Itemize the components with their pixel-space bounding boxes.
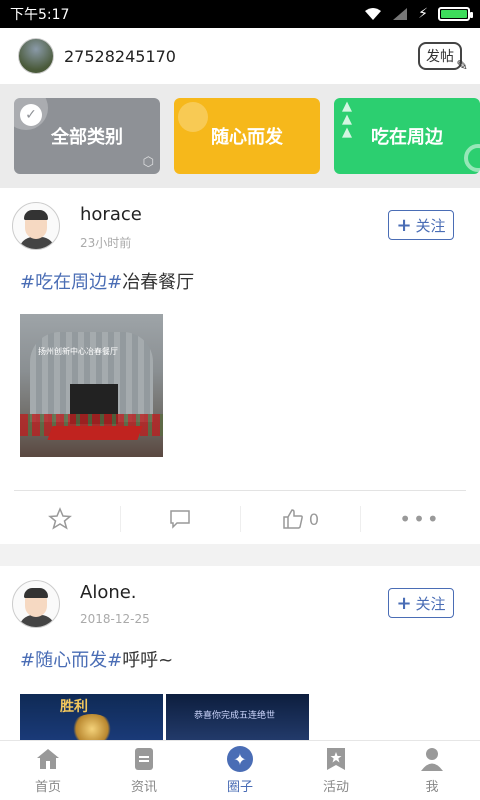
tab-label: 圈子 <box>226 780 253 795</box>
topic-tag[interactable]: # <box>107 650 122 671</box>
check-icon: ✓ <box>20 104 42 126</box>
charging-icon: ⚡ <box>418 6 428 22</box>
photo-sign: 扬州创新中心冶春餐厅 <box>38 347 118 356</box>
tab-home[interactable]: 首页 <box>0 741 96 800</box>
category-label: 吃在周边 <box>371 127 443 148</box>
tab-profile[interactable]: 我 <box>384 741 480 800</box>
post-card: Alone. 2018-12-25 + 关注 #随心而发#呼呼~ 胜利 恭喜你完… <box>0 566 480 740</box>
avatar[interactable] <box>18 38 54 74</box>
plus-icon: + <box>396 592 412 614</box>
tab-news[interactable]: 资讯 <box>96 741 192 800</box>
plus-icon: + <box>396 214 412 236</box>
bottom-tab-bar: 首页 资讯 ✦ 圈子 活动 我 <box>0 740 480 800</box>
follow-button[interactable]: + 关注 <box>388 210 454 240</box>
like-count: 0 <box>308 509 320 529</box>
profile-icon <box>419 746 445 772</box>
status-bar: 下午5:17 ⚡ <box>0 0 480 28</box>
post-text: #吃在周边#冶春餐厅 <box>20 268 194 294</box>
status-time: 下午5:17 <box>10 7 70 23</box>
post-actions: 0 ••• <box>0 494 480 544</box>
post-photo[interactable]: 恭喜你完成五连绝世 <box>166 694 309 740</box>
photo-caption: 胜利 <box>60 699 88 715</box>
category-row: ✓ 全部类别 ⬡ 随心而发 ▲ ▲ ▲ 吃在周边 <box>0 84 480 188</box>
post-author[interactable]: horace <box>80 204 142 225</box>
post-body: 呼呼~ <box>122 650 174 671</box>
topic-tag[interactable]: #吃在周边 <box>20 272 107 293</box>
topic-tag[interactable]: #随心而发 <box>20 650 107 671</box>
comment-icon <box>170 510 190 529</box>
photo-caption: 恭喜你完成五连绝世 <box>194 711 276 721</box>
circle-icon: ✦ <box>227 746 253 772</box>
post-time: 2018-12-25 <box>80 612 150 626</box>
wifi-icon <box>365 8 382 20</box>
username: 27528245170 <box>64 46 176 66</box>
post-text: #随心而发#呼呼~ <box>20 646 173 672</box>
post-photo[interactable]: 胜利 <box>20 694 163 740</box>
cube-icon: ⬡ <box>142 155 154 170</box>
post-body: 冶春餐厅 <box>122 272 195 293</box>
post-time: 23小时前 <box>80 236 132 250</box>
news-icon <box>131 746 157 772</box>
star-icon <box>48 507 72 530</box>
topic-tag[interactable]: # <box>107 272 122 293</box>
divider <box>14 490 466 491</box>
post-author[interactable]: Alone. <box>80 582 137 603</box>
category-label: 全部类别 <box>51 127 123 148</box>
category-eat[interactable]: ▲ ▲ ▲ 吃在周边 <box>334 98 480 174</box>
tab-label: 活动 <box>322 780 349 795</box>
avatar[interactable] <box>12 580 60 628</box>
category-free[interactable]: 随心而发 <box>174 98 320 174</box>
follow-label: 关注 <box>415 594 446 613</box>
tab-label: 资讯 <box>130 780 157 795</box>
like-button[interactable]: 0 <box>240 494 360 544</box>
tab-label: 我 <box>425 780 439 795</box>
pen-icon: ✎ <box>456 58 468 74</box>
follow-button[interactable]: + 关注 <box>388 588 454 618</box>
activity-icon <box>323 746 349 772</box>
post-button[interactable]: 发帖 ✎ <box>418 42 468 74</box>
favorite-button[interactable] <box>0 494 120 544</box>
home-icon <box>35 746 61 772</box>
post-photo[interactable]: 扬州创新中心冶春餐厅 <box>20 314 163 457</box>
post-card: horace 23小时前 + 关注 #吃在周边#冶春餐厅 扬州创新中心冶春餐厅 … <box>0 188 480 544</box>
category-all[interactable]: ✓ 全部类别 ⬡ <box>14 98 160 174</box>
follow-label: 关注 <box>415 216 446 235</box>
comment-button[interactable] <box>120 494 240 544</box>
more-icon: ••• <box>399 507 441 531</box>
tab-activity[interactable]: 活动 <box>288 741 384 800</box>
avatar[interactable] <box>12 202 60 250</box>
thumbs-up-icon <box>283 509 303 529</box>
post-button-label: 发帖 <box>426 49 454 65</box>
tree-icon: ▲ ▲ ▲ <box>342 99 352 140</box>
tab-label: 首页 <box>34 780 61 795</box>
battery-icon <box>438 7 473 21</box>
signal-icon <box>393 8 408 20</box>
top-bar: 27528245170 发帖 ✎ <box>0 28 480 84</box>
more-button[interactable]: ••• <box>360 494 480 544</box>
tab-circle[interactable]: ✦ 圈子 <box>192 741 288 800</box>
category-label: 随心而发 <box>211 127 283 148</box>
